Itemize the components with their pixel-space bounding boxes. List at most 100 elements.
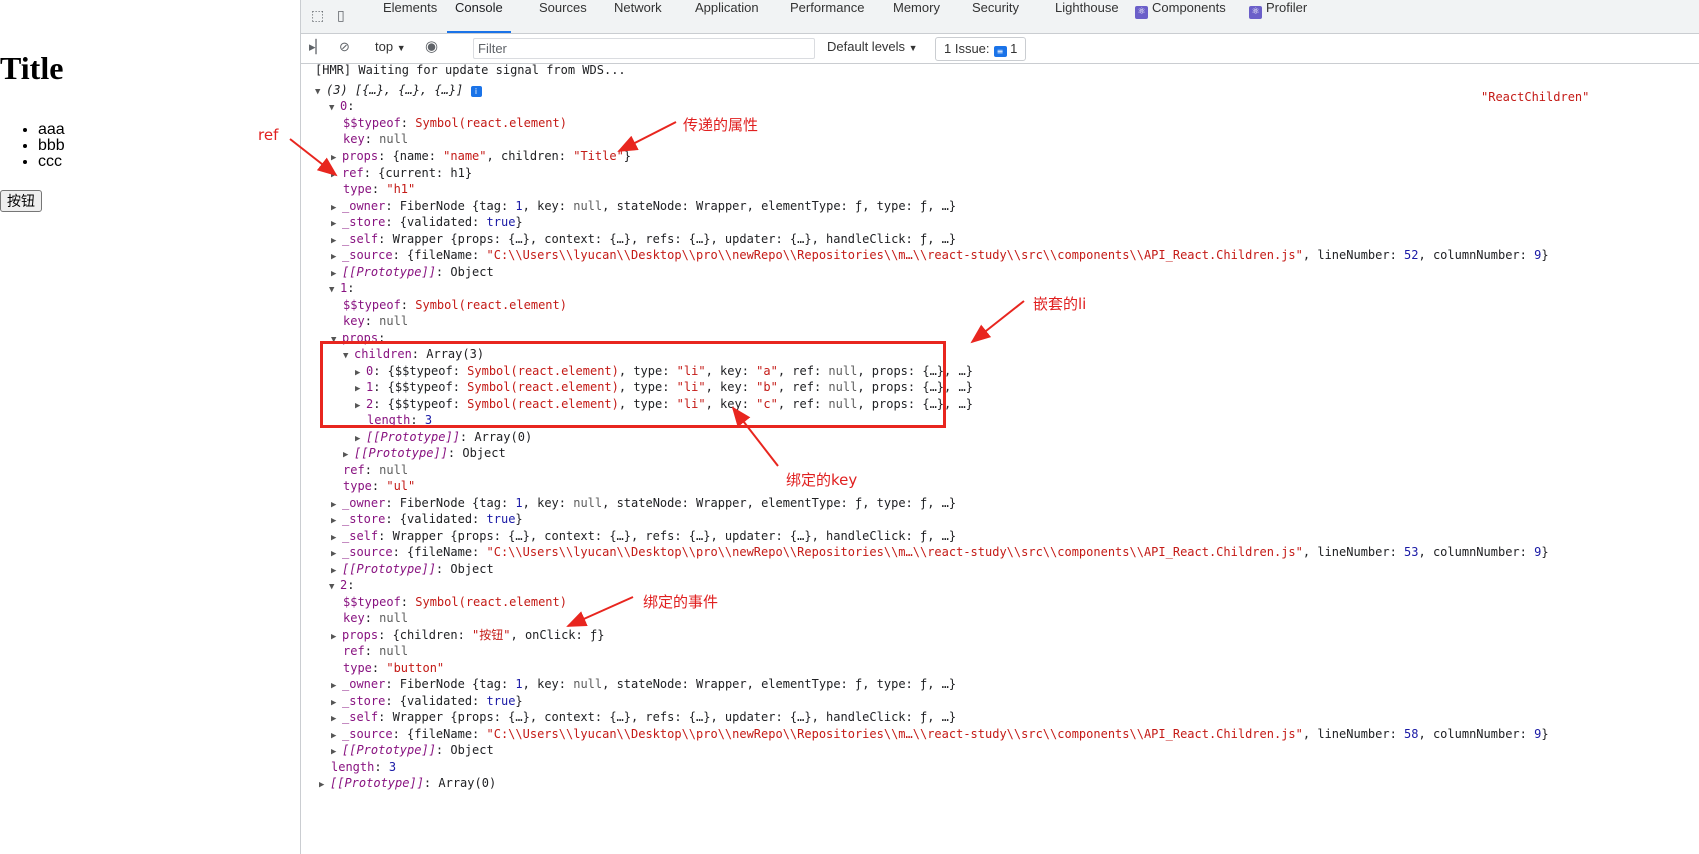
console-tree-row[interactable]: ▶ _owner: FiberNode {tag: 1, key: null, s…	[331, 495, 956, 511]
inspect-element-icon[interactable]: ⬚	[311, 8, 327, 24]
react-icon: ⚛	[1135, 6, 1148, 19]
tab-profiler[interactable]: ⚛ Profiler	[1241, 0, 1315, 33]
console-tree-row: $$typeof: Symbol(react.element)	[343, 116, 567, 130]
console-tree-row[interactable]: ▶ _store: {validated: true}	[331, 511, 523, 527]
expand-right-icon[interactable]: ▶	[343, 447, 354, 463]
expand-down-icon[interactable]: ▼	[329, 282, 340, 298]
console-tree-row[interactable]: ▶ ref: {current: h1}	[331, 165, 472, 181]
console-tree-row: $$typeof: Symbol(react.element)	[343, 298, 567, 312]
console-tree-row[interactable]: ▶ _owner: FiberNode {tag: 1, key: null, s…	[331, 198, 956, 214]
expand-right-icon[interactable]: ▶	[331, 744, 342, 760]
annotation-key: 绑定的key	[786, 471, 858, 489]
console-tree-row[interactable]: ▶ _source: {fileName: "C:\\Users\\lyucan\…	[331, 544, 1549, 560]
console-tree-row[interactable]: ▶ _owner: FiberNode {tag: 1, key: null, s…	[331, 676, 956, 692]
page-title: Title	[0, 50, 64, 86]
expand-right-icon[interactable]: ▶	[331, 711, 342, 727]
console-tree-row[interactable]: ▼ 0:	[329, 98, 354, 114]
info-icon[interactable]: i	[470, 86, 482, 97]
console-tree-row[interactable]: ▶ _self: Wrapper {props: {…}, context: {……	[331, 528, 956, 544]
console-tree-row[interactable]: ▶ props: {name: "name", children: "Title"…	[331, 148, 631, 164]
issues-button[interactable]: 1 Issue: ≡ 1	[935, 37, 1027, 61]
console-tree-row: type: "button"	[343, 661, 445, 675]
tab-console[interactable]: Console	[447, 0, 511, 33]
expand-right-icon[interactable]: ▶	[331, 150, 342, 166]
expand-right-icon[interactable]: ▶	[319, 777, 330, 793]
console-tree-row[interactable]: ▶ [[Prototype]]: Object	[331, 561, 494, 577]
console-tree-row: ref: null	[343, 644, 409, 658]
source-label[interactable]: "ReactChildren"	[1481, 89, 1589, 105]
tab-lighthouse[interactable]: Lighthouse	[1047, 0, 1127, 33]
console-tree-row: ref: null	[343, 463, 409, 477]
annotation-nested-li: 嵌套的li	[1033, 295, 1087, 313]
tab-security[interactable]: Security	[964, 0, 1027, 33]
annotation-ref: ref	[258, 126, 279, 144]
dropdown-arrow-icon: ▼	[396, 43, 406, 53]
console-tree-row[interactable]: ▶ [[Prototype]]: Array(0)	[319, 775, 496, 791]
console-tree-row[interactable]: ▶ _self: Wrapper {props: {…}, context: {……	[331, 709, 956, 725]
expand-down-icon[interactable]: ▼	[315, 84, 326, 100]
tab-components-label: Components	[1152, 0, 1226, 15]
expand-right-icon[interactable]: ▶	[331, 167, 342, 183]
eye-icon[interactable]: ◉	[425, 37, 438, 55]
console-tree-row[interactable]: ▶ _self: Wrapper {props: {…}, context: {……	[331, 231, 956, 247]
rendered-page: Title aaa bbb ccc 按钮	[0, 0, 300, 854]
clear-console-icon[interactable]: ⊘	[339, 39, 350, 55]
issues-label: 1 Issue:	[944, 41, 990, 56]
sidebar-toggle-icon[interactable]: ▸▏	[309, 39, 326, 55]
console-tree-row: key: null	[343, 611, 409, 625]
console-tree-row: key: null	[343, 314, 409, 328]
list-item: bbb	[38, 138, 65, 154]
devtools-tabbar: ⬚ ▯ Elements Console Sources Network App…	[301, 0, 1699, 34]
console-tree-row[interactable]: ▼ 2:	[329, 577, 354, 593]
list-item: aaa	[38, 122, 65, 138]
console-tree-row: $$typeof: Symbol(react.element)	[343, 595, 567, 609]
expand-right-icon[interactable]: ▶	[331, 216, 342, 232]
console-tree-row[interactable]: ▶ [[Prototype]]: Array(0)	[355, 429, 532, 445]
expand-right-icon[interactable]: ▶	[331, 249, 342, 265]
tab-application[interactable]: Application	[687, 0, 767, 33]
expand-right-icon[interactable]: ▶	[331, 546, 342, 562]
console-toolbar: ▸▏ ⊘ top ▼ ◉ Default levels ▼ 1 Issue:≡ …	[301, 34, 1699, 64]
console-tree-row[interactable]: ▶ _source: {fileName: "C:\\Users\\lyucan\…	[331, 247, 1549, 263]
console-tree-row: key: null	[343, 132, 409, 146]
message-icon: ≡	[993, 46, 1007, 57]
issues-count: 1	[1010, 41, 1018, 56]
annotation-props: 传递的属性	[683, 116, 759, 134]
device-toggle-icon[interactable]: ▯	[337, 8, 353, 24]
console-message: [HMR] Waiting for update signal from WDS…	[315, 64, 626, 77]
console-tree-row: type: "h1"	[343, 182, 416, 196]
console-tree-row[interactable]: ▶ props: {children: "按钮", onClick: ƒ}	[331, 627, 604, 643]
expand-right-icon[interactable]: ▶	[331, 678, 342, 694]
expand-down-icon[interactable]: ▼	[329, 100, 340, 116]
expand-right-icon[interactable]: ▶	[331, 629, 342, 645]
tab-network[interactable]: Network	[606, 0, 670, 33]
tab-performance[interactable]: Performance	[782, 0, 872, 33]
item-list: aaa bbb ccc	[18, 122, 65, 170]
page-button[interactable]: 按钮	[0, 190, 42, 212]
tab-elements[interactable]: Elements	[375, 0, 445, 33]
context-label: top	[375, 39, 394, 54]
console-tree-row[interactable]: ▼ (3) [{…}, {…}, {…}] i	[315, 82, 482, 98]
console-tree-row[interactable]: ▶ _source: {fileName: "C:\\Users\\lyucan\…	[331, 726, 1549, 742]
console-tree-row: length: 3	[331, 760, 397, 774]
context-selector[interactable]: top ▼	[375, 39, 406, 54]
console-tree-row[interactable]: ▶ _store: {validated: true}	[331, 693, 523, 709]
levels-label: Default levels	[827, 39, 906, 54]
dropdown-arrow-icon: ▼	[908, 43, 918, 53]
console-tree-row[interactable]: ▶ _store: {validated: true}	[331, 214, 523, 230]
expand-down-icon[interactable]: ▼	[329, 579, 340, 595]
console-tree-row[interactable]: ▶ [[Prototype]]: Object	[331, 742, 494, 758]
tab-profiler-label: Profiler	[1266, 0, 1308, 15]
expand-right-icon[interactable]: ▶	[331, 513, 342, 529]
nested-li-highlight-box	[320, 341, 946, 428]
console-tree-row[interactable]: ▼ 1:	[329, 280, 354, 296]
tab-memory[interactable]: Memory	[885, 0, 948, 33]
tab-components[interactable]: ⚛ Components	[1127, 0, 1234, 33]
console-tree-row[interactable]: ▶ [[Prototype]]: Object	[343, 445, 506, 461]
console-output: [HMR] Waiting for update signal from WDS…	[301, 64, 1699, 854]
filter-input[interactable]	[473, 38, 815, 59]
list-item: ccc	[38, 154, 65, 170]
tab-sources[interactable]: Sources	[531, 0, 595, 33]
console-tree-row[interactable]: ▶ [[Prototype]]: Object	[331, 264, 494, 280]
log-levels-selector[interactable]: Default levels ▼	[827, 39, 918, 54]
